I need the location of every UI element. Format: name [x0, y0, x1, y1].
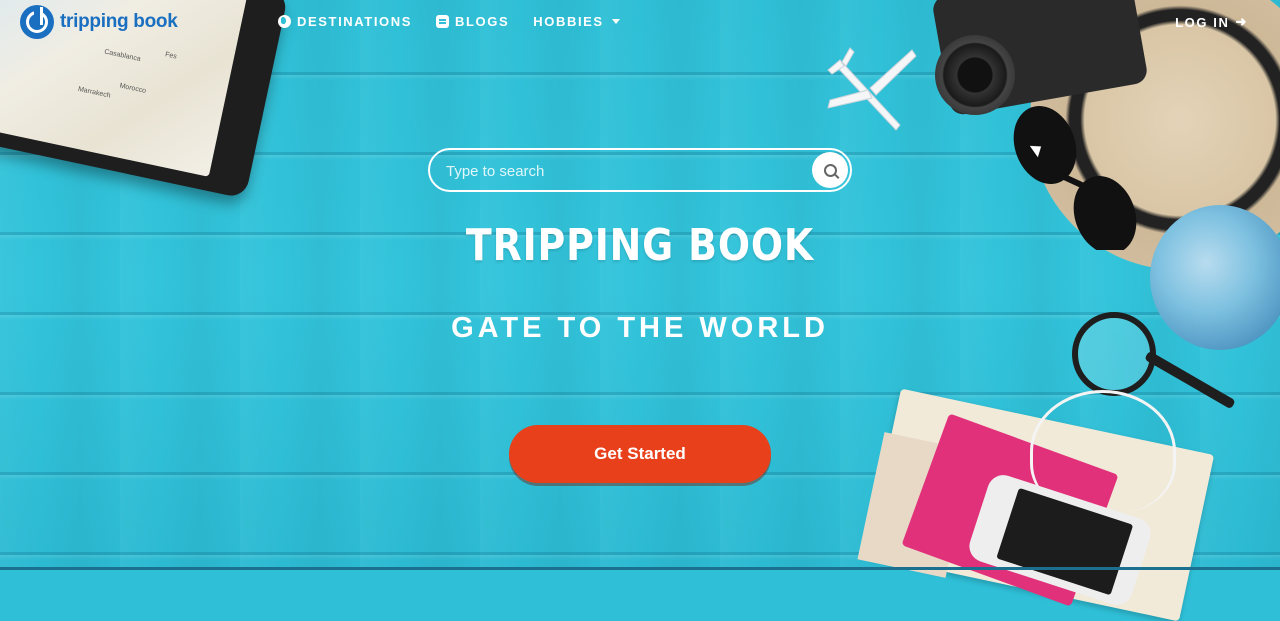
blog-icon [436, 15, 450, 28]
sign-in-icon: ➜ [1235, 14, 1248, 29]
nav-links: DESTINATIONS BLOGS HOBBIES [278, 14, 620, 29]
camera-lens-image [935, 35, 1015, 115]
nav-item-label: DESTINATIONS [297, 14, 413, 29]
nav-item-label: BLOGS [455, 14, 510, 29]
map-label: Fes [164, 51, 178, 61]
login-link[interactable]: LOG IN ➜ [1175, 14, 1248, 30]
navbar: tripping book DESTINATIONS BLOGS HOBBIES… [0, 0, 1280, 46]
nav-item-label: HOBBIES [533, 14, 604, 29]
nav-item-destinations[interactable]: DESTINATIONS [278, 14, 412, 29]
caret-down-icon [611, 19, 620, 24]
logo[interactable]: tripping book [20, 5, 178, 39]
search-icon [823, 163, 837, 177]
globe-icon [278, 15, 291, 28]
hero-title: TRIPPING BOOK [465, 220, 815, 271]
hero-subtitle: GATE TO THE WORLD [451, 312, 829, 344]
login-label: LOG IN [1175, 14, 1230, 30]
map-label: Marrakech [77, 85, 112, 100]
map-label: Morocco [118, 82, 147, 95]
nav-item-blogs[interactable]: BLOGS [436, 14, 509, 29]
search-input[interactable] [444, 150, 808, 192]
get-started-button[interactable]: Get Started [509, 425, 771, 483]
search-button[interactable] [812, 152, 848, 188]
nav-item-hobbies-dropdown[interactable]: HOBBIES [533, 14, 620, 29]
search-bar [428, 148, 852, 192]
brand-name: tripping book [60, 11, 178, 32]
map-label: Casablanca [103, 48, 142, 64]
logo-icon [20, 5, 54, 39]
airplane-image [827, 47, 917, 131]
